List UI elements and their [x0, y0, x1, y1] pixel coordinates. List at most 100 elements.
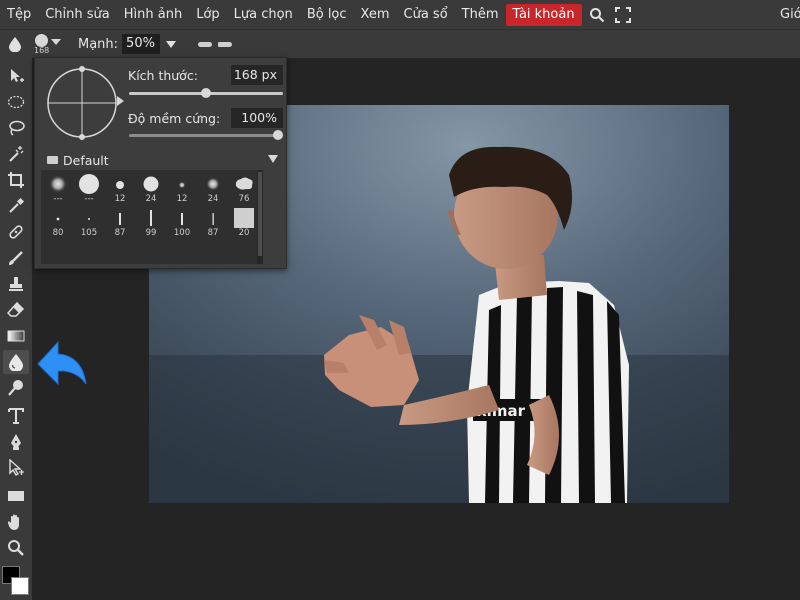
hardness-label: Độ mềm cứng:: [128, 111, 221, 126]
brush-preset-label: 12: [176, 194, 188, 204]
menu-edit[interactable]: Chỉnh sửa: [38, 4, 117, 26]
brush-preset-splatter[interactable]: 76: [229, 172, 259, 204]
strength-input[interactable]: 50%: [122, 34, 161, 54]
menu-filter[interactable]: Bộ lọc: [300, 4, 354, 26]
brush-icon[interactable]: [3, 246, 29, 270]
sponge-icon[interactable]: [3, 376, 29, 400]
blur-drop-icon[interactable]: [3, 350, 29, 374]
brush-tip-icon: [56, 217, 60, 221]
brush-preset-label: 87: [114, 228, 126, 238]
brush-preset-label: 20: [238, 228, 250, 238]
marquee-icon[interactable]: [3, 90, 29, 114]
menu-window[interactable]: Cửa sổ: [397, 4, 455, 26]
preset-folder-name: Default: [63, 152, 109, 168]
menu-layer[interactable]: Lớp: [189, 4, 226, 26]
brush-tip-icon: [49, 175, 67, 193]
chevron-down-icon: [51, 39, 61, 45]
brush-preset-square[interactable]: 20: [229, 206, 259, 238]
brush-preset-label: 87: [207, 228, 219, 238]
gradient-icon[interactable]: [3, 324, 29, 348]
move-icon[interactable]: [3, 64, 29, 88]
dial-arrow-icon: [117, 96, 124, 106]
menu-account[interactable]: Tài khoản: [505, 3, 582, 26]
brush-preset-soft-medium[interactable]: 24: [198, 172, 228, 204]
brush-preset-hard-medium[interactable]: 24: [136, 172, 166, 204]
brush-preset-hard-xl[interactable]: ---: [74, 172, 104, 204]
brush-preset-picker[interactable]: 168: [30, 30, 66, 58]
brush-preset-label: 24: [145, 194, 157, 204]
rectangle-icon[interactable]: [3, 484, 29, 508]
photo-editor-window: Tệp Chỉnh sửa Hình ảnh Lớp Lựa chọn Bộ l…: [0, 0, 800, 600]
brush-preset-label: 12: [114, 194, 126, 204]
folder-icon: [47, 156, 58, 164]
hand-icon[interactable]: [3, 510, 29, 534]
brush-tip-icon: [116, 181, 124, 189]
preset-scrollbar-thumb[interactable]: [258, 172, 262, 256]
brush-tip-icon: [206, 177, 220, 191]
fullscreen-icon[interactable]: [612, 4, 634, 26]
brush-preset-soft-small[interactable]: 12: [167, 172, 197, 204]
brush-preset-stroke-thin[interactable]: 87: [198, 206, 228, 238]
brush-preset-label: 76: [238, 194, 250, 204]
strength-dropdown-icon[interactable]: [166, 40, 177, 48]
zoom-icon[interactable]: [3, 536, 29, 560]
menu-more[interactable]: Thêm: [455, 4, 506, 26]
brush-tip-icon: [235, 177, 253, 190]
brush-options-popup: Kích thước: 168 px Độ mềm cứng: 100% Def…: [34, 57, 287, 269]
hardness-slider-track[interactable]: [129, 134, 283, 137]
brush-shape-round-icon[interactable]: [198, 41, 213, 47]
brush-preset-label: 80: [52, 228, 64, 238]
background-color-swatch[interactable]: [11, 577, 29, 595]
magic-wand-icon[interactable]: [3, 142, 29, 166]
size-slider-handle[interactable]: [201, 88, 211, 98]
preset-folder-header[interactable]: Default: [41, 150, 263, 170]
eraser-icon[interactable]: [3, 298, 29, 322]
brush-tip-icon: [119, 213, 121, 225]
size-unit: px: [261, 67, 277, 82]
brush-tip-icon: [143, 176, 159, 192]
brush-tip-icon: [178, 181, 186, 189]
brush-tip-icon: [212, 213, 214, 225]
crop-icon[interactable]: [3, 168, 29, 192]
size-input[interactable]: 168 px: [231, 65, 283, 85]
brush-angle-dial[interactable]: [45, 66, 119, 140]
tools-panel: [0, 58, 32, 600]
brush-preset-grid: --- --- 12 24 12 24 76 80 105 87 99 100 87 20: [41, 170, 261, 264]
hardness-input[interactable]: 100%: [231, 108, 283, 128]
healing-icon[interactable]: [3, 220, 29, 244]
brush-tip-icon: [234, 208, 254, 228]
search-icon[interactable]: [586, 4, 608, 26]
brush-preset-label: ---: [84, 194, 94, 204]
preset-menu-icon[interactable]: [268, 155, 278, 163]
pen-icon[interactable]: [3, 430, 29, 454]
brush-preset-tiny-dot[interactable]: 80: [43, 206, 73, 238]
eyedropper-icon[interactable]: [3, 194, 29, 218]
brush-preset-label: 99: [145, 228, 157, 238]
brush-preset-label: ---: [53, 194, 63, 204]
menu-file[interactable]: Tệp: [0, 4, 38, 26]
brush-preset-stroke-tall[interactable]: 99: [136, 206, 166, 238]
brush-tip-icon: [88, 218, 90, 220]
brush-preset-label: 105: [80, 228, 98, 238]
brush-preset-tiny-dot2[interactable]: 105: [74, 206, 104, 238]
brush-preset-soft-large[interactable]: ---: [43, 172, 73, 204]
options-bar: 168 Mạnh: 50%: [0, 30, 800, 58]
brush-size-readout: 168: [34, 46, 50, 55]
brush-preset-stroke-short[interactable]: 87: [105, 206, 135, 238]
brush-preset-hard-small[interactable]: 12: [105, 172, 135, 204]
menu-image[interactable]: Hình ảnh: [117, 4, 189, 26]
size-label: Kích thước:: [128, 68, 198, 83]
menu-select[interactable]: Lựa chọn: [227, 4, 300, 26]
type-icon[interactable]: [3, 404, 29, 428]
select-arrow-icon[interactable]: [3, 456, 29, 480]
brush-preset-stroke-short[interactable]: 100: [167, 206, 197, 238]
stamp-icon[interactable]: [3, 272, 29, 296]
brush-shape-tapered-icon[interactable]: [218, 41, 233, 47]
lasso-icon[interactable]: [3, 116, 29, 140]
brush-tip-icon: [181, 213, 183, 225]
size-value: 168: [233, 67, 258, 82]
hardness-slider-handle[interactable]: [273, 130, 283, 140]
menu-right-label[interactable]: Giớ: [780, 0, 800, 30]
brush-tip-icon: [150, 210, 152, 226]
menu-view[interactable]: Xem: [354, 4, 397, 26]
